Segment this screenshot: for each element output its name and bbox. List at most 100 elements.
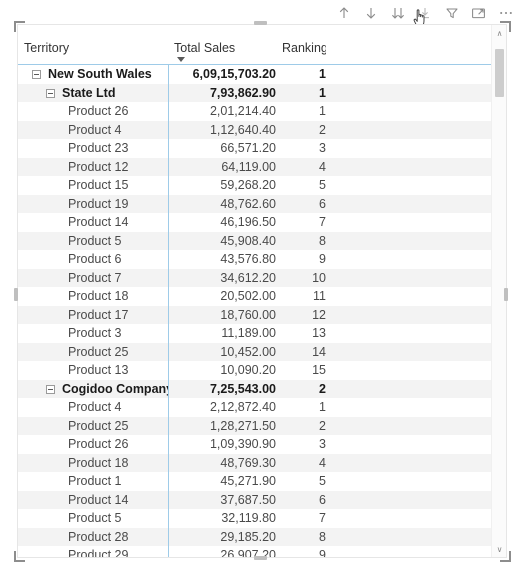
- resize-handle-bottom[interactable]: [254, 556, 267, 560]
- table-row[interactable]: Product 18 48,769.30 4: [18, 453, 491, 472]
- table-row[interactable]: Product 26 2,01,214.40 1: [18, 102, 491, 121]
- cell-territory: Product 1: [18, 472, 168, 491]
- cell-total-sales: 10,090.20: [167, 361, 276, 380]
- cell-filler: [326, 194, 491, 213]
- table-row[interactable]: Product 4 1,12,640.40 2: [18, 120, 491, 139]
- resize-handle-top-left[interactable]: [14, 21, 25, 32]
- table-row[interactable]: Product 18 20,502.00 11: [18, 287, 491, 306]
- cell-total-sales: 6,09,15,703.20: [167, 64, 276, 84]
- collapse-expander-icon[interactable]: [46, 88, 55, 98]
- cell-territory: Product 14: [18, 213, 168, 232]
- resize-handle-left[interactable]: [14, 288, 18, 301]
- cell-total-sales: 48,769.30: [167, 453, 276, 472]
- cell-ranking: 1: [276, 83, 326, 102]
- sort-descending-icon[interactable]: [357, 1, 384, 25]
- table-row[interactable]: Product 15 59,268.20 5: [18, 176, 491, 195]
- scrollbar-thumb[interactable]: [495, 49, 504, 97]
- cell-filler: [326, 398, 491, 417]
- table-row[interactable]: Product 25 1,28,271.50 2: [18, 416, 491, 435]
- resize-handle-bottom-right[interactable]: [500, 551, 511, 562]
- cell-total-sales: 32,119.80: [167, 509, 276, 528]
- resize-handle-right[interactable]: [504, 288, 508, 301]
- cell-filler: [326, 435, 491, 454]
- resize-handle-top[interactable]: [254, 21, 267, 25]
- matrix-visual[interactable]: Territory Total Sales Ranking New South …: [17, 24, 507, 558]
- matrix-table-area: Territory Total Sales Ranking New South …: [18, 25, 491, 557]
- cell-territory: Product 25: [18, 342, 168, 361]
- table-row[interactable]: Product 13 10,090.20 15: [18, 361, 491, 380]
- table-row[interactable]: Cogidoo Company 7,25,543.00 2: [18, 379, 491, 398]
- table-row[interactable]: Product 17 18,760.00 12: [18, 305, 491, 324]
- cell-ranking: 9: [276, 250, 326, 269]
- cell-territory: Product 25: [18, 416, 168, 435]
- cell-total-sales: 2,12,872.40: [167, 398, 276, 417]
- cell-filler: [326, 324, 491, 343]
- resize-handle-bottom-left[interactable]: [14, 551, 25, 562]
- filter-icon[interactable]: [438, 1, 465, 25]
- table-row[interactable]: Product 4 2,12,872.40 1: [18, 398, 491, 417]
- cell-ranking: 2: [276, 416, 326, 435]
- cell-territory-label: Product 29: [68, 548, 129, 557]
- cell-territory: Product 26: [18, 435, 168, 454]
- table-row[interactable]: Product 19 48,762.60 6: [18, 194, 491, 213]
- table-row[interactable]: Product 5 32,119.80 7: [18, 509, 491, 528]
- cell-total-sales: 29,185.20: [167, 527, 276, 546]
- cell-total-sales: 45,271.90: [167, 472, 276, 491]
- table-row[interactable]: Product 28 29,185.20 8: [18, 527, 491, 546]
- sort-ascending-icon[interactable]: [330, 1, 357, 25]
- table-row[interactable]: Product 23 66,571.20 3: [18, 139, 491, 158]
- cell-total-sales: 59,268.20: [167, 176, 276, 195]
- cell-total-sales: 20,502.00: [167, 287, 276, 306]
- table-row[interactable]: Product 7 34,612.20 10: [18, 268, 491, 287]
- focus-mode-icon[interactable]: [465, 1, 492, 25]
- cell-total-sales: 11,189.00: [167, 324, 276, 343]
- cell-territory-label: Product 4: [68, 122, 122, 137]
- table-row[interactable]: Product 5 45,908.40 8: [18, 231, 491, 250]
- cell-filler: [326, 231, 491, 250]
- cell-territory-label: State Ltd: [62, 85, 116, 100]
- table-row[interactable]: Product 25 10,452.00 14: [18, 342, 491, 361]
- cell-territory: Product 7: [18, 268, 168, 287]
- table-row[interactable]: State Ltd 7,93,862.90 1: [18, 83, 491, 102]
- column-header-territory[interactable]: Territory: [18, 25, 168, 65]
- resize-handle-top-right[interactable]: [500, 21, 511, 32]
- cell-ranking: 3: [276, 139, 326, 158]
- cell-territory: State Ltd: [18, 83, 168, 102]
- collapse-expander-icon[interactable]: [46, 384, 55, 394]
- collapse-expander-icon[interactable]: [32, 70, 41, 80]
- cell-total-sales: 10,452.00: [167, 342, 276, 361]
- cell-territory-label: Product 5: [68, 511, 122, 525]
- table-row[interactable]: Product 3 11,189.00 13: [18, 324, 491, 343]
- cell-ranking: 10: [276, 268, 326, 287]
- column-header-total-sales[interactable]: Total Sales: [168, 25, 276, 65]
- cell-ranking: 3: [276, 435, 326, 454]
- cell-filler: [326, 102, 491, 121]
- cell-filler: [326, 176, 491, 195]
- table-row[interactable]: Product 12 64,119.00 4: [18, 157, 491, 176]
- cell-territory: Product 26: [18, 102, 168, 121]
- drill-down-icon[interactable]: [411, 1, 438, 25]
- cell-total-sales: 43,576.80: [167, 250, 276, 269]
- header-row: Territory Total Sales Ranking: [18, 25, 491, 65]
- column-header-ranking[interactable]: Ranking: [276, 25, 328, 65]
- sort-axis-icon[interactable]: [384, 1, 411, 25]
- cell-territory-label: Product 14: [68, 492, 129, 507]
- table-row[interactable]: Product 1 45,271.90 5: [18, 472, 491, 491]
- cell-filler: [326, 379, 491, 398]
- cell-territory-label: Product 12: [68, 159, 129, 174]
- table-row[interactable]: Product 26 1,09,390.90 3: [18, 435, 491, 454]
- table-row[interactable]: Product 6 43,576.80 9: [18, 250, 491, 269]
- cell-filler: [326, 250, 491, 269]
- cell-ranking: 7: [276, 509, 326, 528]
- table-row[interactable]: Product 14 37,687.50 6: [18, 490, 491, 509]
- cell-territory-label: Product 25: [68, 418, 129, 433]
- cell-ranking: 6: [276, 490, 326, 509]
- cell-total-sales: 2,01,214.40: [167, 102, 276, 121]
- table-row[interactable]: New South Wales 6,09,15,703.20 1: [18, 64, 491, 84]
- table-row[interactable]: Product 14 46,196.50 7: [18, 213, 491, 232]
- cell-ranking: 4: [276, 453, 326, 472]
- cell-territory: Product 4: [18, 398, 168, 417]
- cell-ranking: 6: [276, 194, 326, 213]
- cell-territory-label: Product 19: [68, 196, 129, 211]
- cell-total-sales: 66,571.20: [167, 139, 276, 158]
